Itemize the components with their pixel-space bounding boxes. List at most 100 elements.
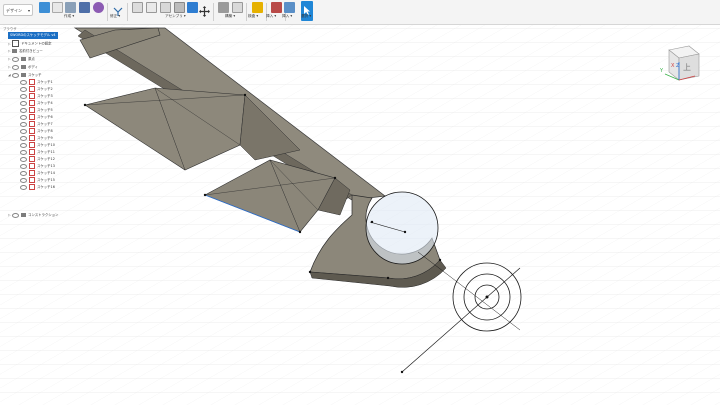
folder-icon: [12, 49, 17, 53]
shell-icon[interactable]: [160, 2, 171, 13]
toolbar-divider: [107, 3, 108, 21]
sketch-item[interactable]: スケッチ10: [20, 142, 55, 149]
eye-icon[interactable]: [12, 72, 19, 78]
x-axis-label: X: [671, 63, 675, 69]
eye-icon[interactable]: [20, 79, 27, 85]
sketch-icon: [29, 135, 35, 141]
sketch-icon: [29, 177, 35, 183]
browser-item-settings[interactable]: ▷ ドキュメントの設定: [8, 40, 52, 47]
create-menu[interactable]: 作成 ▾: [64, 14, 74, 19]
sketch-icon: [29, 184, 35, 190]
chevron-down-icon: ▾: [27, 8, 30, 13]
combine-icon[interactable]: [174, 2, 185, 13]
sketch-icon: [29, 107, 35, 113]
browser-root[interactable]: SWORDのスケッチモデル v4: [8, 32, 58, 39]
sphere-icon[interactable]: [93, 2, 104, 13]
sketch-icon: [29, 170, 35, 176]
eye-icon[interactable]: [20, 107, 27, 113]
eye-icon[interactable]: [20, 156, 27, 162]
eye-icon[interactable]: [20, 184, 27, 190]
sketch-icon: [29, 86, 35, 92]
box-icon[interactable]: [79, 2, 90, 13]
root-label: SWORDのスケッチモデル v4: [10, 33, 56, 37]
eye-icon[interactable]: [12, 64, 19, 70]
browser-item-views[interactable]: ▷ 名前付きビュー: [8, 48, 43, 55]
eye-icon[interactable]: [20, 128, 27, 134]
browser-item-construction[interactable]: ▷ コンストラクション: [8, 212, 58, 219]
sketch-item[interactable]: スケッチ13: [20, 163, 55, 170]
insert-menu[interactable]: 挿入 ▾: [266, 14, 276, 19]
sketch-item[interactable]: スケッチ3: [20, 93, 53, 100]
eye-icon[interactable]: [20, 135, 27, 141]
sketch-item[interactable]: スケッチ11: [20, 149, 55, 156]
browser-item-sketches[interactable]: ◢ スケッチ: [8, 72, 42, 79]
browser-item-bodies[interactable]: ▷ ボディ: [8, 64, 38, 71]
measure-icon[interactable]: [271, 2, 282, 13]
inspect-menu[interactable]: 検査 ▾: [248, 14, 258, 19]
eye-icon[interactable]: [20, 170, 27, 176]
sketch-item[interactable]: スケッチ4: [20, 100, 53, 107]
rigid-group-icon[interactable]: [232, 2, 243, 13]
eye-icon[interactable]: [20, 121, 27, 127]
insert-image-icon[interactable]: [284, 2, 295, 13]
eye-icon[interactable]: [20, 114, 27, 120]
eye-icon[interactable]: [20, 142, 27, 148]
browser-panel: ブラウザ SWORDのスケッチモデル v4 ▷ ドキュメントの設定 ▷ 名前付きビュ…: [0, 25, 60, 225]
sketch-icon: [29, 93, 35, 99]
new-sketch-icon[interactable]: [39, 2, 50, 13]
extrude-icon[interactable]: [52, 2, 63, 13]
folder-icon: [21, 65, 26, 69]
offset-plane-icon[interactable]: [252, 2, 263, 13]
revolve-icon[interactable]: [65, 2, 76, 13]
insert-menu-2[interactable]: 挿入 ▾: [282, 14, 292, 19]
sketch-icon: [29, 79, 35, 85]
sketch-item[interactable]: スケッチ2: [20, 86, 53, 93]
move-icon[interactable]: [199, 2, 210, 17]
joint-icon[interactable]: [218, 2, 229, 13]
eye-icon[interactable]: [20, 100, 27, 106]
chamfer-icon[interactable]: [146, 2, 157, 13]
view-cube-face-label: 上: [683, 63, 691, 72]
workspace-label: デザイン: [6, 8, 22, 13]
eye-icon[interactable]: [20, 86, 27, 92]
toolbar-divider: [127, 3, 128, 21]
folder-icon: [21, 57, 26, 61]
view-cube[interactable]: 上 Y Z X: [655, 40, 707, 92]
sketch-icon: [29, 149, 35, 155]
eye-icon[interactable]: [12, 56, 19, 62]
sketch-item[interactable]: スケッチ14: [20, 170, 55, 177]
sketch-item[interactable]: スケッチ16: [20, 184, 55, 191]
y-axis-label: Y: [659, 68, 664, 74]
folder-icon: [21, 73, 26, 77]
sketch-item[interactable]: スケッチ15: [20, 177, 55, 184]
eye-icon[interactable]: [20, 177, 27, 183]
eye-icon[interactable]: [20, 149, 27, 155]
browser-item-origin[interactable]: ▷ 原点: [8, 56, 35, 63]
sketch-icon: [29, 114, 35, 120]
sketch-item[interactable]: スケッチ5: [20, 107, 53, 114]
sketch-item[interactable]: スケッチ12: [20, 156, 55, 163]
eye-icon[interactable]: [20, 163, 27, 169]
eye-icon[interactable]: [20, 93, 27, 99]
toolbar-divider: [213, 3, 214, 21]
sketch-item[interactable]: スケッチ7: [20, 121, 53, 128]
sketch-item[interactable]: スケッチ6: [20, 114, 53, 121]
construct-menu[interactable]: 構築 ▾: [225, 14, 235, 19]
3d-viewport[interactable]: [0, 25, 720, 405]
sketch-circle[interactable]: [365, 191, 439, 265]
sketch-item[interactable]: スケッチ8: [20, 128, 53, 135]
fillet-icon[interactable]: [132, 2, 143, 13]
ribbon-toolbar: デザイン ▾ 作成 ▾ 修正 ▾ アセンブリ ▾ 構築 ▾ 検査 ▾ 挿入 ▾ …: [0, 0, 720, 25]
sketch-item[interactable]: スケッチ9: [20, 135, 53, 142]
sketch-item[interactable]: スケッチ1: [20, 79, 53, 86]
sketch-icon: [29, 156, 35, 162]
press-pull-icon[interactable]: [112, 2, 124, 16]
select-menu[interactable]: 選択 ▾: [301, 14, 311, 19]
sketch-icon: [29, 100, 35, 106]
modify-menu[interactable]: 修正 ▾: [110, 14, 120, 19]
assemble-menu[interactable]: アセンブリ ▾: [165, 14, 186, 19]
eye-icon[interactable]: [12, 212, 19, 218]
workspace-switcher[interactable]: デザイン ▾: [3, 4, 33, 16]
z-axis-label: Z: [676, 63, 680, 69]
align-icon[interactable]: [187, 2, 198, 13]
